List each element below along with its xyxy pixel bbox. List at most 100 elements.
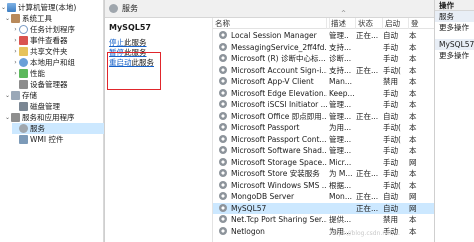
more-actions-mysql[interactable]: 更多操作 bbox=[435, 50, 474, 61]
service-gear-icon bbox=[219, 169, 227, 177]
service-startup-type: 手动 bbox=[383, 169, 398, 178]
column-startup-type[interactable]: 启动 bbox=[383, 18, 409, 29]
tree-item-9[interactable]: 磁盘管理 bbox=[12, 101, 60, 112]
service-description: 管理... bbox=[329, 134, 352, 144]
tree-item-4[interactable]: › 共享文件夹 bbox=[12, 46, 68, 57]
service-row[interactable]: Microsoft Software Shad... 管理... 手动 本 bbox=[213, 145, 435, 156]
list-header: 名称 描述 状态 启动 登 bbox=[213, 18, 435, 29]
sort-indicator: ^ bbox=[340, 10, 347, 17]
expand-arrow-icon[interactable]: › bbox=[12, 57, 19, 68]
service-description: 提供... bbox=[329, 215, 352, 224]
tree-item-8[interactable]: ⌄ 存储 bbox=[4, 90, 37, 101]
service-row[interactable]: MySQL57 正在... 自动 网 bbox=[213, 202, 435, 214]
tree-item-10[interactable]: ⌄ 服务和应用程序 bbox=[4, 112, 75, 123]
tree-item-label: 设备管理器 bbox=[30, 80, 68, 89]
wmi-icon bbox=[19, 135, 28, 144]
service-row[interactable]: Microsoft Passport 为用... 手动(本 bbox=[213, 122, 435, 133]
tree-item-5[interactable]: › 本地用户和组 bbox=[12, 57, 75, 68]
services-header-title: 服务 bbox=[122, 4, 138, 13]
service-description: Keep... bbox=[329, 88, 355, 98]
actions-section-services[interactable]: 服务 bbox=[435, 11, 474, 22]
tree-item-1[interactable]: ⌄ 系统工具 bbox=[4, 13, 52, 24]
more-actions-services[interactable]: 更多操作 bbox=[435, 22, 474, 33]
tree-item-label: 存储 bbox=[22, 91, 37, 100]
service-log-on-as: 本 bbox=[409, 226, 417, 236]
expand-arrow-icon[interactable]: ⌄ bbox=[4, 13, 11, 24]
service-gear-icon bbox=[219, 65, 227, 74]
service-name: Microsoft Store 安装服务 bbox=[231, 169, 320, 178]
service-startup-type: 手动( bbox=[383, 180, 401, 190]
service-row[interactable]: Microsoft Office 即点即用... 管理... 正在... 自动 本 bbox=[213, 111, 435, 122]
service-startup-type: 禁用 bbox=[383, 77, 398, 86]
actions-section-mysql[interactable]: MySQL57 bbox=[435, 39, 474, 50]
folder-icon bbox=[19, 47, 28, 56]
service-gear-icon bbox=[219, 180, 227, 189]
service-row[interactable]: Microsoft App-V Client Man... 禁用 本 bbox=[213, 76, 435, 87]
service-description: 根据... bbox=[329, 180, 352, 190]
service-row[interactable]: Microsoft iSCSI Initiator ... 管理... 手动 本 bbox=[213, 99, 435, 110]
tree-item-label: 磁盘管理 bbox=[30, 102, 60, 111]
service-row[interactable]: Local Session Manager 管理.. 正在... 自动 本 bbox=[213, 30, 435, 41]
service-description-panel: MySQL57 停止此服务 暂停此服务 重启动此服务 bbox=[105, 18, 213, 242]
expand-arrow-icon[interactable]: ⌄ bbox=[4, 90, 11, 101]
tree-item-0[interactable]: ⌄ 计算机管理(本地) bbox=[0, 2, 76, 13]
service-log-on-as: 本 bbox=[409, 180, 417, 190]
expand-arrow-icon[interactable]: › bbox=[12, 35, 19, 46]
stop-service-link[interactable]: 停止此服务 bbox=[109, 38, 208, 48]
tree-item-12[interactable]: WMI 控件 bbox=[12, 134, 63, 145]
service-gear-icon bbox=[219, 146, 227, 154]
service-row[interactable]: MessagingService_2ff4fd... 支持... 手动 本 bbox=[213, 42, 435, 53]
service-row[interactable]: MongoDB Server Mon... 正在... 自动 网 bbox=[213, 191, 435, 202]
service-log-on-as: 本 bbox=[409, 77, 417, 86]
service-gear-icon bbox=[219, 215, 227, 223]
expand-arrow-icon[interactable]: › bbox=[12, 24, 19, 35]
expand-arrow-icon[interactable]: › bbox=[12, 46, 19, 57]
column-status[interactable]: 状态 bbox=[356, 18, 383, 29]
users-icon bbox=[19, 58, 28, 67]
service-description: 支持... bbox=[329, 65, 352, 75]
tree-item-3[interactable]: › 事件查看器 bbox=[12, 35, 68, 46]
service-name: Local Session Manager bbox=[231, 31, 317, 40]
service-name: MessagingService_2ff4fd... bbox=[231, 42, 327, 52]
service-row[interactable]: Net.Tcp Port Sharing Ser... 提供... 禁用 本 bbox=[213, 214, 435, 225]
service-row[interactable]: Microsoft Account Sign-i... 支持... 正在... 手动(… bbox=[213, 65, 435, 76]
service-row[interactable]: Microsoft Storage Space... Micr... 手动 网 bbox=[213, 157, 435, 168]
expand-arrow-icon[interactable]: ⌄ bbox=[0, 2, 7, 13]
service-name: Microsoft Software Shad... bbox=[231, 146, 327, 155]
service-startup-type: 手动 bbox=[383, 146, 398, 155]
storage-icon bbox=[11, 91, 20, 100]
service-gear-icon bbox=[219, 226, 227, 235]
perf-icon bbox=[19, 69, 28, 78]
tree-item-label: 任务计划程序 bbox=[30, 25, 75, 34]
gear-icon bbox=[19, 124, 28, 133]
tree-item-7[interactable]: 设备管理器 bbox=[12, 79, 68, 90]
services-list: 名称 描述 状态 启动 登 ^ Local Session Manager 管理.… bbox=[213, 10, 435, 242]
service-row[interactable]: Microsoft Passport Cont... 管理... 手动(本 bbox=[213, 134, 435, 145]
column-name[interactable]: 名称 bbox=[213, 18, 327, 29]
column-log-on-as[interactable]: 登 bbox=[409, 18, 435, 29]
service-startup-type: 手动 bbox=[383, 100, 398, 109]
expand-arrow-icon[interactable]: › bbox=[12, 68, 19, 79]
service-status: 正在... bbox=[356, 65, 379, 75]
service-startup-type: 禁用 bbox=[383, 215, 398, 224]
tree-item-2[interactable]: › 任务计划程序 bbox=[12, 24, 75, 35]
service-startup-type: 自动 bbox=[383, 111, 398, 121]
service-gear-icon bbox=[219, 203, 227, 212]
service-gear-icon bbox=[219, 31, 227, 39]
service-description: Man... bbox=[329, 77, 352, 86]
service-row[interactable]: Microsoft Windows SMS ... 根据... 手动(本 bbox=[213, 180, 435, 191]
column-description[interactable]: 描述 bbox=[329, 18, 356, 29]
service-name: MySQL57 bbox=[231, 203, 267, 213]
tree-item-11[interactable]: 服务 bbox=[12, 123, 104, 134]
service-row[interactable]: Microsoft (R) 诊断中心标... 诊断... 手动 本 bbox=[213, 53, 435, 64]
service-row[interactable]: Microsoft Store 安装服务为 M... 正在... 手动 本 bbox=[213, 168, 435, 179]
tree-item-6[interactable]: › 性能 bbox=[12, 68, 45, 79]
service-row[interactable]: Netlogon 为用... 手动本 bbox=[213, 226, 435, 237]
service-name: Microsoft Office 即点即用... bbox=[231, 111, 327, 121]
tree-item-label: 服务和应用程序 bbox=[22, 113, 75, 122]
service-row[interactable]: Microsoft Edge Elevation... Keep... 手动 本 bbox=[213, 88, 435, 99]
service-name: Microsoft Account Sign-i... bbox=[231, 65, 327, 75]
service-name: Microsoft Storage Space... bbox=[231, 157, 327, 167]
service-log-on-as: 本 bbox=[409, 146, 417, 155]
expand-arrow-icon[interactable]: ⌄ bbox=[4, 112, 11, 123]
